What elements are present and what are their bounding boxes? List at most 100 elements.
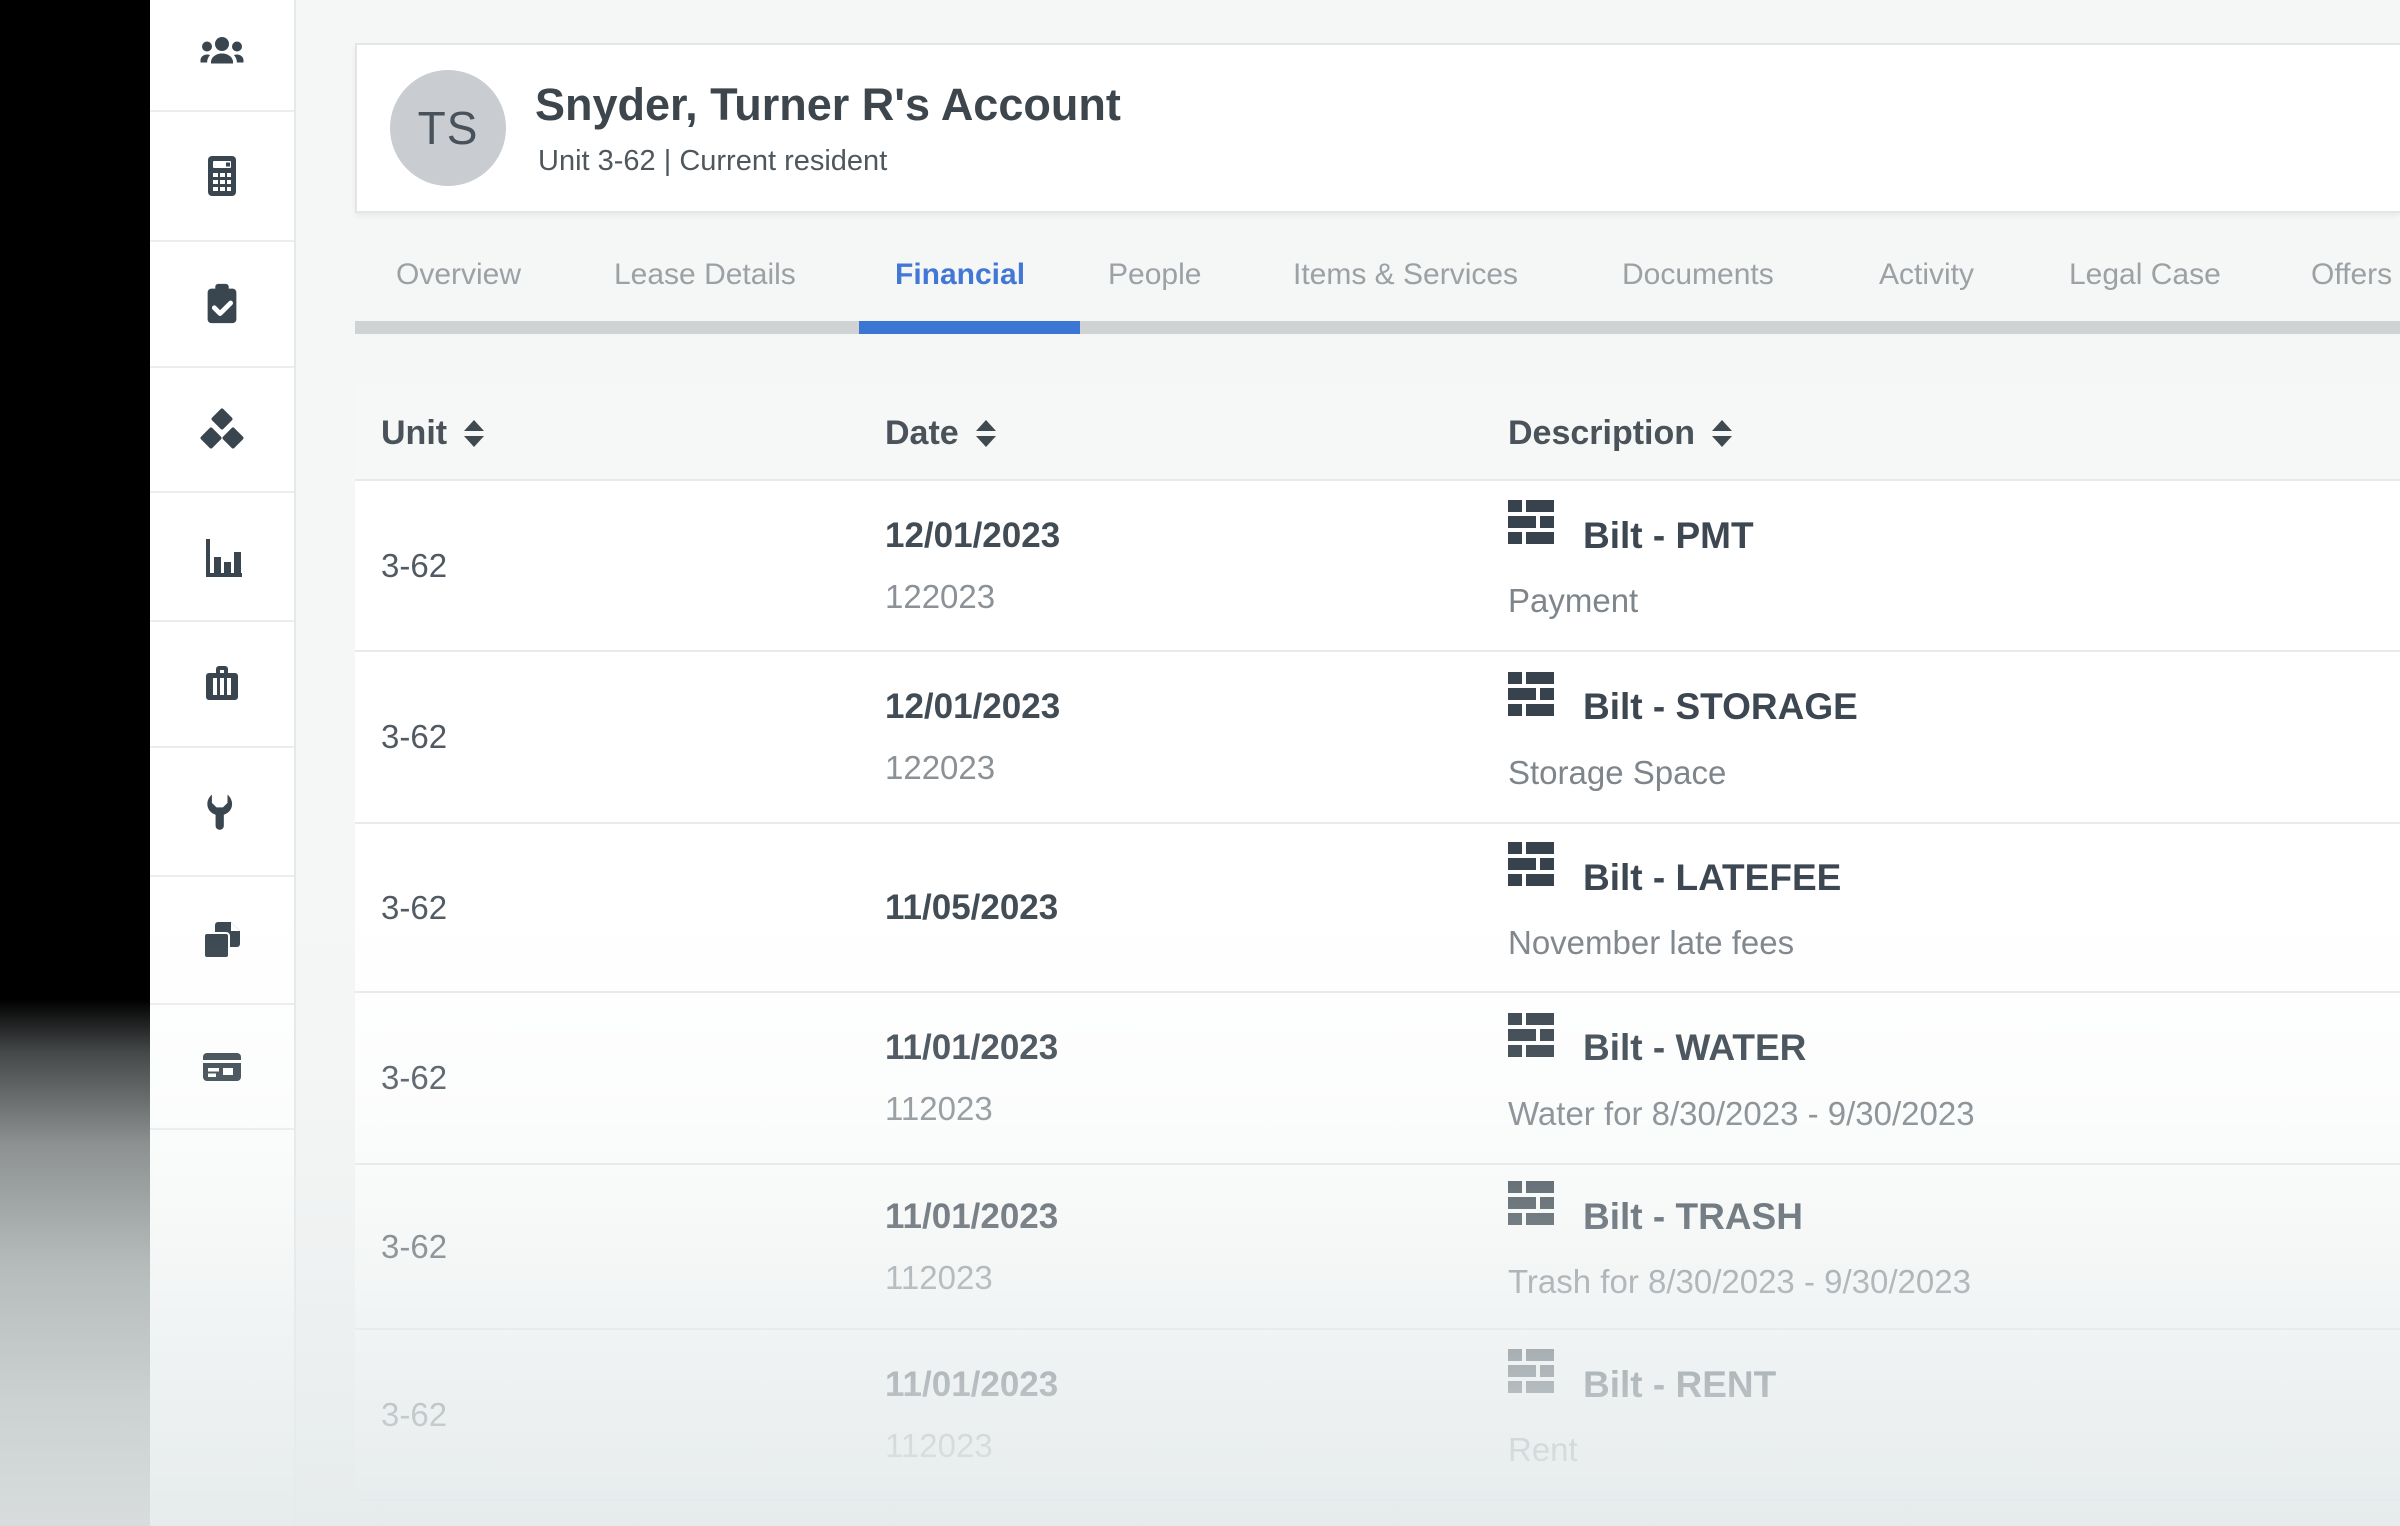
sidebar-item-inventory[interactable] bbox=[150, 368, 294, 493]
tab-activity[interactable]: Activity bbox=[1879, 258, 1974, 292]
date-value: 11/01/2023 bbox=[885, 1186, 1058, 1247]
date-value: 12/01/2023 bbox=[885, 676, 1060, 737]
column-label: Unit bbox=[381, 414, 447, 453]
column-label: Description bbox=[1508, 414, 1695, 453]
description-cell: Bilt - WATER Water for 8/30/2023 - 9/30/… bbox=[1508, 993, 1975, 1163]
column-header-unit[interactable]: Unit bbox=[381, 385, 484, 481]
date-value: 12/01/2023 bbox=[885, 505, 1060, 566]
sidebar-item-reports[interactable] bbox=[150, 493, 294, 622]
tab-financial[interactable]: Financial bbox=[895, 258, 1025, 292]
description-cell: Bilt - RENT Rent bbox=[1508, 1330, 1776, 1499]
sort-icon bbox=[1712, 420, 1732, 447]
brick-icon bbox=[1508, 1013, 1554, 1084]
charge-code: Bilt - TRASH bbox=[1583, 1186, 1803, 1248]
date-period: 112023 bbox=[885, 1078, 1058, 1139]
charge-description: Trash for 8/30/2023 - 9/30/2023 bbox=[1508, 1252, 1971, 1312]
charge-code: Bilt - WATER bbox=[1583, 1017, 1806, 1079]
charge-code: Bilt - RENT bbox=[1583, 1354, 1776, 1416]
sidebar-item-business[interactable] bbox=[150, 622, 294, 748]
tab-legal-case[interactable]: Legal Case bbox=[2069, 258, 2221, 292]
icon-sidebar bbox=[150, 0, 296, 1526]
sidebar-item-accounting[interactable] bbox=[150, 112, 294, 242]
description-cell: Bilt - STORAGE Storage Space bbox=[1508, 652, 1858, 822]
column-label: Date bbox=[885, 414, 959, 453]
unit-cell: 3-62 bbox=[381, 1330, 447, 1499]
date-cell: 11/01/2023 112023 bbox=[885, 1330, 1058, 1499]
description-cell: Bilt - TRASH Trash for 8/30/2023 - 9/30/… bbox=[1508, 1165, 1971, 1328]
tab-offers[interactable]: Offers bbox=[2311, 258, 2392, 292]
charge-description: Water for 8/30/2023 - 9/30/2023 bbox=[1508, 1084, 1975, 1144]
charge-code: Bilt - STORAGE bbox=[1583, 676, 1858, 738]
description-cell: Bilt - LATEFEE November late fees bbox=[1508, 824, 1841, 991]
date-cell: 11/01/2023 112023 bbox=[885, 993, 1058, 1163]
table-row[interactable]: 3-62 11/01/2023 112023 Bilt - RENT Rent bbox=[355, 1330, 2400, 1501]
table-row[interactable]: 3-62 11/01/2023 112023 Bilt - WATER Wate… bbox=[355, 993, 2400, 1165]
table-row[interactable]: 3-62 11/01/2023 112023 Bilt - TRASH Tras… bbox=[355, 1165, 2400, 1330]
unit-cell: 3-62 bbox=[381, 652, 447, 822]
date-value: 11/01/2023 bbox=[885, 1354, 1058, 1415]
avatar: TS bbox=[390, 70, 506, 186]
charge-code: Bilt - LATEFEE bbox=[1583, 847, 1841, 909]
sidebar-item-payments[interactable] bbox=[150, 1005, 294, 1130]
unit-cell: 3-62 bbox=[381, 481, 447, 650]
briefcase-icon bbox=[198, 660, 246, 708]
date-cell: 11/05/2023 bbox=[885, 824, 1058, 991]
sidebar-item-tasks[interactable] bbox=[150, 242, 294, 368]
tab-lease-details[interactable]: Lease Details bbox=[614, 258, 796, 292]
date-cell: 12/01/2023 122023 bbox=[885, 481, 1060, 650]
unit-cell: 3-62 bbox=[381, 993, 447, 1163]
wrench-icon bbox=[200, 788, 244, 836]
tab-documents[interactable]: Documents bbox=[1622, 258, 1774, 292]
brick-icon bbox=[1508, 500, 1554, 571]
brick-icon bbox=[1508, 1349, 1554, 1420]
description-cell: Bilt - PMT Payment bbox=[1508, 481, 1754, 650]
date-cell: 11/01/2023 112023 bbox=[885, 1165, 1058, 1328]
table-header-row: Unit Date Description bbox=[355, 385, 2400, 481]
files-icon bbox=[198, 916, 246, 964]
charge-description: Storage Space bbox=[1508, 743, 1858, 803]
sort-icon bbox=[464, 420, 484, 447]
date-value: 11/01/2023 bbox=[885, 1017, 1058, 1078]
account-subtitle: Unit 3-62 | Current resident bbox=[538, 145, 887, 178]
active-tab-indicator bbox=[859, 321, 1080, 334]
date-cell: 12/01/2023 122023 bbox=[885, 652, 1060, 822]
table-row[interactable]: 3-62 12/01/2023 122023 Bilt - STORAGE St… bbox=[355, 652, 2400, 824]
date-value: 11/05/2023 bbox=[885, 877, 1058, 938]
cubes-icon bbox=[197, 406, 247, 454]
bar-chart-icon bbox=[198, 533, 246, 581]
unit-cell: 3-62 bbox=[381, 1165, 447, 1328]
unit-cell: 3-62 bbox=[381, 824, 447, 991]
users-icon bbox=[197, 31, 247, 79]
calculator-icon bbox=[198, 152, 246, 200]
account-header-card: TS Snyder, Turner R's Account Unit 3-62 … bbox=[355, 43, 2400, 213]
tab-scroll-track[interactable] bbox=[355, 321, 2400, 334]
table-row[interactable]: 3-62 12/01/2023 122023 Bilt - PMT Paymen… bbox=[355, 481, 2400, 652]
sidebar-item-files[interactable] bbox=[150, 877, 294, 1005]
credit-card-icon bbox=[198, 1043, 246, 1091]
tab-items-services[interactable]: Items & Services bbox=[1293, 258, 1518, 292]
charge-description: Rent bbox=[1508, 1420, 1776, 1480]
tab-people[interactable]: People bbox=[1108, 258, 1201, 292]
date-period: 122023 bbox=[885, 566, 1060, 627]
sort-icon bbox=[976, 420, 996, 447]
account-financial-page: TS Snyder, Turner R's Account Unit 3-62 … bbox=[0, 0, 2400, 1526]
date-period: 112023 bbox=[885, 1415, 1058, 1476]
tab-overview[interactable]: Overview bbox=[396, 258, 521, 292]
column-header-description[interactable]: Description bbox=[1508, 385, 1732, 481]
brick-icon bbox=[1508, 1181, 1554, 1252]
transactions-table: Unit Date Description 3-62 12/01/2023 12… bbox=[355, 385, 2400, 1502]
table-row[interactable]: 3-62 11/05/2023 Bilt - LATEFEE November … bbox=[355, 824, 2400, 993]
clipboard-check-icon bbox=[199, 280, 245, 328]
charge-description: November late fees bbox=[1508, 913, 1841, 973]
date-period: 112023 bbox=[885, 1247, 1058, 1308]
charge-code: Bilt - PMT bbox=[1583, 505, 1754, 567]
brick-icon bbox=[1508, 842, 1554, 913]
charge-description: Payment bbox=[1508, 571, 1754, 631]
date-period: 122023 bbox=[885, 737, 1060, 798]
brick-icon bbox=[1508, 672, 1554, 743]
page-title: Snyder, Turner R's Account bbox=[535, 79, 1121, 131]
left-void-backdrop bbox=[0, 0, 150, 1526]
column-header-date[interactable]: Date bbox=[885, 385, 996, 481]
sidebar-item-maintenance[interactable] bbox=[150, 748, 294, 877]
sidebar-item-residents[interactable] bbox=[150, 0, 294, 112]
